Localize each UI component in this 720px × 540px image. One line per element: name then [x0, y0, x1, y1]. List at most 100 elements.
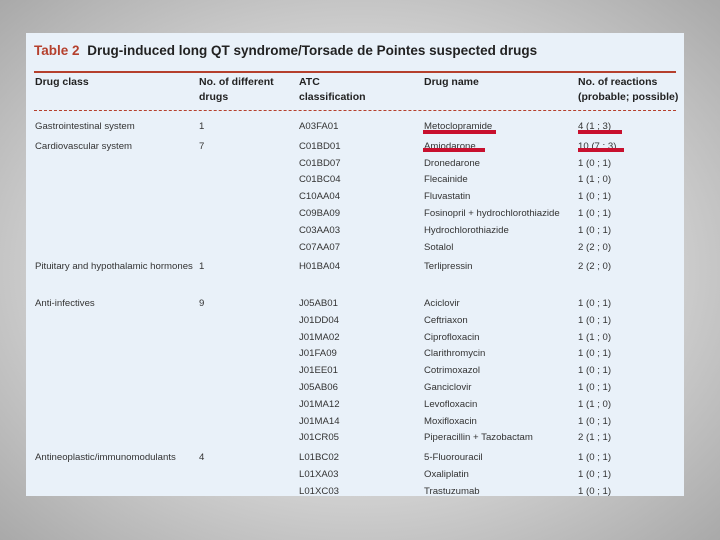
table-row: C10AA04 Fluvastatin 1 (0 ; 1) [26, 189, 684, 206]
cell-atc: C01BC04 [299, 174, 341, 186]
cell-reactions: 1 (0 ; 1) [578, 381, 612, 393]
cell-reactions: 2 (2 ; 0) [578, 261, 612, 273]
cell-reactions: 1 (0 ; 1) [578, 452, 612, 464]
cell-atc: C09BA09 [299, 207, 341, 219]
cell-reactions: 1 (1 ; 0) [578, 174, 612, 186]
cell-drug-name: Aciclovir [424, 297, 460, 309]
header-rule [34, 71, 676, 73]
header-atc: ATC classification [299, 76, 366, 103]
cell-num-drugs: 9 [199, 297, 205, 309]
table-row: L01XA03 Oxaliplatin 1 (0 ; 1) [26, 467, 684, 484]
cell-reactions: 1 (0 ; 1) [578, 365, 612, 377]
table-row: C09BA09 Fosinopril + hydrochlorothiazide 1… [26, 206, 684, 223]
cell-drug-name: Oxaliplatin [424, 468, 469, 480]
cell-reactions: 1 (0 ; 1) [578, 485, 612, 496]
cell-reactions: 1 (0 ; 1) [578, 191, 612, 203]
cell-atc: L01BC02 [299, 452, 340, 464]
table-row: C03AA03 Hydrochlorothiazide 1 (0 ; 1) [26, 223, 684, 240]
cell-atc: C10AA04 [299, 191, 341, 203]
cell-drug-class: Anti-infectives [35, 297, 95, 309]
cell-atc: J01MA02 [299, 331, 340, 343]
header-drug-class: Drug class [35, 76, 89, 88]
cell-drug-name: Sotalol [424, 241, 454, 253]
table-label: Table 2 [34, 43, 80, 58]
cell-drug-name: Ceftriaxon [424, 314, 468, 326]
cell-atc: J05AB01 [299, 297, 338, 309]
table-row: C07AA07 Sotalol 2 (2 ; 0) [26, 240, 684, 257]
cell-drug-name: Dronedarone [424, 157, 481, 169]
table-sheet: Table 2 Drug-induced long QT syndrome/To… [26, 33, 684, 496]
cell-drug-name: Clarithromycin [424, 348, 486, 360]
cell-atc: J01CR05 [299, 432, 339, 444]
cell-reactions: 1 (0 ; 1) [578, 415, 612, 427]
cell-reactions: 1 (1 ; 0) [578, 331, 612, 343]
cell-atc: J01DD04 [299, 314, 339, 326]
cell-drug-class: Cardiovascular system [35, 140, 133, 152]
table-row: C01BD07 Dronedarone 1 (0 ; 1) [26, 156, 684, 173]
cell-drug-name: Piperacillin + Tazobactam [424, 432, 533, 444]
cell-atc: A03FA01 [299, 121, 339, 132]
cell-reactions: 2 (2 ; 0) [578, 241, 612, 253]
table-row: Pituitary and hypothalamic hormones 1 H01B… [26, 259, 684, 293]
cell-atc: J05AB06 [299, 381, 338, 393]
table-row: J01MA12 Levofloxacin 1 (1 ; 0) [26, 397, 684, 414]
table-row: J01EE01 Cotrimoxazol 1 (0 ; 1) [26, 363, 684, 380]
cell-atc: H01BA04 [299, 261, 341, 273]
cell-drug-name: Fluvastatin [424, 191, 471, 203]
table-row: J05AB06 Ganciclovir 1 (0 ; 1) [26, 380, 684, 397]
highlight-underline-reactions-1 [578, 130, 622, 134]
header-drug-name: Drug name [424, 76, 479, 88]
table-body: Gastrointestinal system 1 A03FA01 Metoclopr… [26, 119, 684, 496]
highlight-underline-metoclopramide [423, 130, 496, 134]
cell-atc: C07AA07 [299, 241, 341, 253]
cell-drug-class: Gastrointestinal system [35, 121, 135, 132]
cell-drug-name: Cotrimoxazol [424, 365, 480, 377]
header-num-drugs: No. of different drugs [199, 76, 274, 103]
cell-atc: L01XA03 [299, 468, 339, 480]
cell-reactions: 1 (0 ; 1) [578, 224, 612, 236]
table-row: J01DD04 Ceftriaxon 1 (0 ; 1) [26, 313, 684, 330]
cell-atc: J01FA09 [299, 348, 337, 360]
table-title: Table 2 Drug-induced long QT syndrome/To… [34, 41, 537, 61]
header-dotted-rule [34, 110, 676, 111]
cell-drug-name: Ciprofloxacin [424, 331, 480, 343]
table-row: Anti-infectives 9 J05AB01 Aciclovir 1 (0 ; 1… [26, 296, 684, 313]
cell-drug-class: Pituitary and hypothalamic hormones [35, 261, 193, 273]
cell-reactions: 1 (0 ; 1) [578, 157, 612, 169]
cell-reactions: 2 (1 ; 1) [578, 432, 612, 444]
highlight-underline-amiodarone [423, 148, 485, 152]
table-row: J01MA14 Moxifloxacin 1 (0 ; 1) [26, 414, 684, 431]
cell-atc: C01BD07 [299, 157, 341, 169]
table-row: J01MA02 Ciprofloxacin 1 (1 ; 0) [26, 330, 684, 347]
cell-num-drugs: 1 [199, 261, 205, 273]
table-row: C01BC04 Flecainide 1 (1 ; 0) [26, 172, 684, 189]
table-header: Drug class No. of different drugs ATC clas… [26, 75, 684, 109]
cell-drug-name: Hydrochlorothiazide [424, 224, 509, 236]
table-row: J01CR05 Piperacillin + Tazobactam 2 (1 ; 1… [26, 430, 684, 447]
table-row: L01XC03 Trastuzumab 1 (0 ; 1) [26, 484, 684, 496]
cell-reactions: 1 (0 ; 1) [578, 314, 612, 326]
cell-reactions: 1 (0 ; 1) [578, 297, 612, 309]
cell-atc: J01EE01 [299, 365, 338, 377]
cell-reactions: 1 (0 ; 1) [578, 468, 612, 480]
cell-drug-name: Flecainide [424, 174, 468, 186]
cell-num-drugs: 1 [199, 121, 205, 132]
header-reactions: No. of reactions (probable; possible) [578, 76, 679, 103]
highlight-underline-reactions-2 [578, 148, 624, 152]
cell-drug-name: Trastuzumab [424, 485, 480, 496]
cell-num-drugs: 7 [199, 140, 205, 152]
cell-num-drugs: 4 [199, 452, 205, 464]
table-row: J01FA09 Clarithromycin 1 (0 ; 1) [26, 346, 684, 363]
cell-drug-name: Moxifloxacin [424, 415, 477, 427]
cell-atc: L01XC03 [299, 485, 340, 496]
cell-drug-name: Terlipressin [424, 261, 473, 273]
cell-drug-name: Levofloxacin [424, 398, 478, 410]
cell-reactions: 1 (1 ; 0) [578, 398, 612, 410]
cell-drug-name: 5-Fluorouracil [424, 452, 483, 464]
cell-atc: C03AA03 [299, 224, 341, 236]
table-row: Antineoplastic/immunomodulants 4 L01BC02 5-… [26, 450, 684, 467]
cell-atc: J01MA14 [299, 415, 340, 427]
cell-atc: J01MA12 [299, 398, 340, 410]
table-title-text: Drug-induced long QT syndrome/Torsade de… [87, 43, 538, 58]
cell-drug-class: Antineoplastic/immunomodulants [35, 452, 176, 464]
